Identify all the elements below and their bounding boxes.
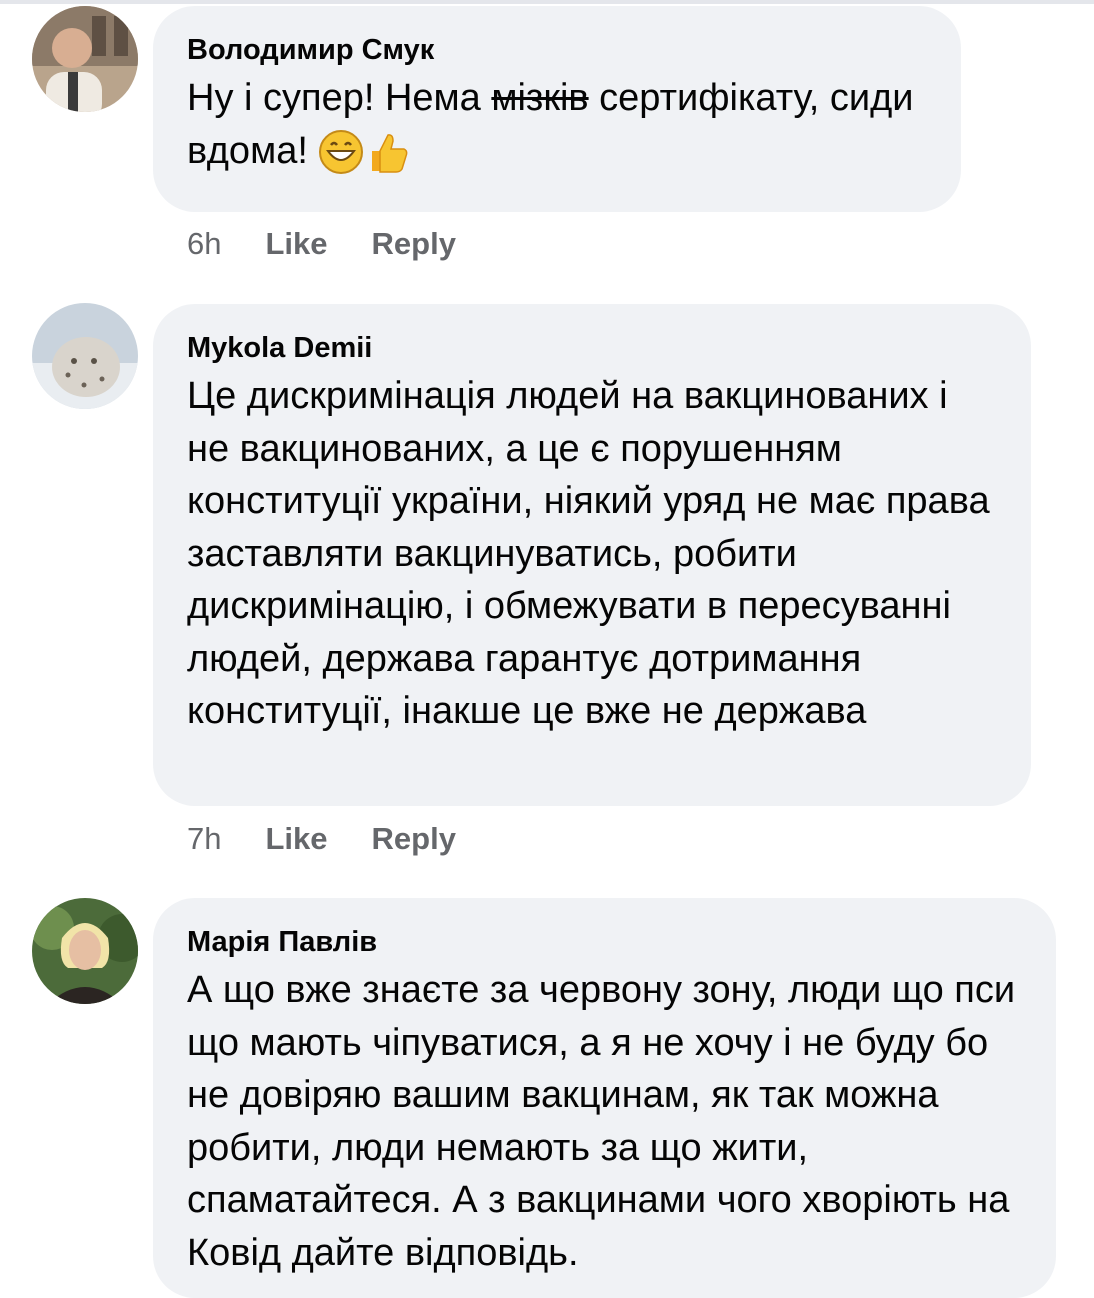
comment-text-struck: мізків <box>491 77 589 119</box>
comment-author[interactable]: Марія Павлів <box>187 924 1022 960</box>
avatar[interactable] <box>32 303 138 409</box>
comment-timestamp[interactable]: 6h <box>187 226 221 262</box>
comment-bubble: Марія Павлів А що вже знаєте за червону … <box>153 898 1056 1298</box>
like-button[interactable]: Like <box>265 821 327 857</box>
comment-bubble: Володимир Смук Ну і супер! Нема мізків с… <box>153 6 961 212</box>
comment-text: Ну і супер! Нема мізків сертифікату, сид… <box>187 72 927 177</box>
like-button[interactable]: Like <box>265 226 327 262</box>
grinning-face-icon <box>319 130 364 175</box>
comment-text: Це дискримінація людей на вакцинованих і… <box>187 375 990 732</box>
top-divider <box>0 0 1094 4</box>
avatar[interactable] <box>32 6 138 112</box>
reply-button[interactable]: Reply <box>372 226 456 262</box>
comment-actions: 6h Like Reply <box>187 226 500 262</box>
comment-actions: 7h Like Reply <box>187 821 500 857</box>
comment-text-part: Ну і супер! Нема <box>187 77 492 119</box>
avatar[interactable] <box>32 898 138 1004</box>
comment-author[interactable]: Володимир Смук <box>187 32 927 68</box>
comment-bubble: Mykola Demii Це дискримінація людей на в… <box>153 304 1031 806</box>
reply-button[interactable]: Reply <box>372 821 456 857</box>
comment-author[interactable]: Mykola Demii <box>187 330 997 366</box>
comment-text: А що вже знаєте за червону зону, люди що… <box>187 969 1016 1274</box>
comment-timestamp[interactable]: 7h <box>187 821 221 857</box>
thumbs-up-icon <box>372 134 408 174</box>
